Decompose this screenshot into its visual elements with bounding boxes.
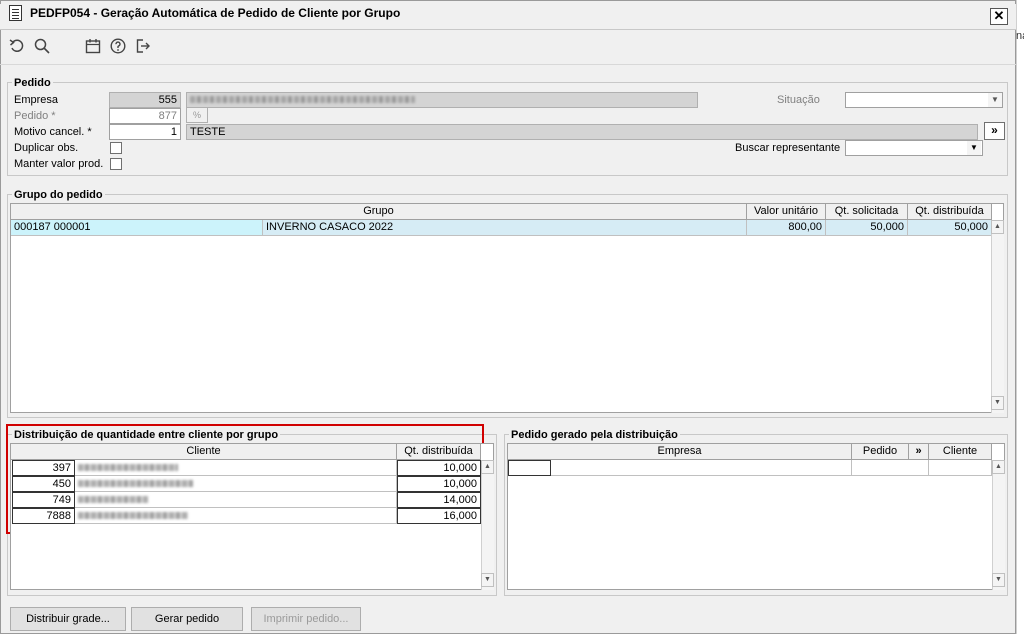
table-row-valor[interactable]: 800,00 [747,220,826,236]
column-header-cliente[interactable]: Cliente [929,444,992,460]
table-row-pedido[interactable] [852,460,929,476]
column-header-valor[interactable]: Valor unitário [747,204,826,220]
empresa-label: Empresa [14,94,59,106]
column-header-grupo[interactable]: Grupo [11,204,747,220]
table-row-cliente[interactable] [929,460,992,476]
window-title: PEDFP054 - Geração Automática de Pedido … [30,6,401,20]
background-window-text: na [1016,30,1024,42]
motivo-desc-field: TESTE [186,124,978,140]
column-header-pedido[interactable]: Pedido [852,444,909,460]
list-item-nome[interactable] [75,508,397,524]
table-row-distribuida[interactable]: 50,000 [908,220,992,236]
scroll-down-icon[interactable]: ▼ [481,573,494,587]
toolbar-divider [0,64,1016,65]
close-button[interactable]: ✕ [990,8,1008,25]
background-window-strip [1016,0,1024,634]
scroll-down-icon[interactable]: ▼ [992,573,1005,587]
chevron-down-icon[interactable]: ▼ [988,93,1002,107]
distribuicao-group-title: Distribuição de quantidade entre cliente… [12,429,281,441]
empresa-name-field [186,92,698,108]
list-item-nome[interactable] [75,460,397,476]
manter-label: Manter valor prod. [14,158,104,170]
redacted-text [190,96,415,103]
list-item-qtd[interactable]: 16,000 [397,508,481,524]
redacted-text [78,464,178,471]
distribuicao-scrollbar[interactable] [481,460,494,590]
calendar-icon[interactable] [85,38,101,54]
undo-icon[interactable] [9,38,25,54]
motivo-code-field[interactable]: 1 [109,124,181,140]
grupo-scrollbar[interactable] [991,220,1004,413]
table-row-solicitada[interactable]: 50,000 [826,220,908,236]
list-item-qtd[interactable]: 14,000 [397,492,481,508]
list-item-qtd[interactable]: 10,000 [397,476,481,492]
column-header-qt-distribuida[interactable]: Qt. distribuída [397,444,481,460]
pedido-label: Pedido * [14,110,56,122]
empresa-code-field[interactable]: 555 [109,92,181,108]
list-item-codigo[interactable]: 749 [12,492,75,508]
buscar-label: Buscar representante [735,142,841,154]
list-item-codigo[interactable]: 450 [12,476,75,492]
situacao-label: Situação [777,94,820,106]
distribuir-grade-button[interactable]: Distribuir grade... [10,607,126,631]
exit-icon[interactable] [135,38,151,54]
pedido-field[interactable]: 877 [109,108,181,124]
chevron-down-icon[interactable]: ▼ [967,141,981,155]
table-row-empresa-code[interactable] [508,460,551,476]
redacted-text [78,480,193,487]
document-icon [9,5,22,21]
buscar-select[interactable] [845,140,983,156]
column-header-cliente[interactable]: Cliente [11,444,397,460]
gerar-pedido-button[interactable]: Gerar pedido [131,607,243,631]
scroll-up-icon[interactable]: ▲ [481,460,494,474]
more-options-button[interactable]: » [984,122,1005,140]
table-row-empresa[interactable] [551,460,852,476]
duplicar-checkbox[interactable] [110,142,122,154]
redacted-text [78,512,188,519]
column-header-more[interactable]: » [909,444,929,460]
motivo-label: Motivo cancel. * [14,126,92,138]
table-row-grupo[interactable]: INVERNO CASACO 2022 [263,220,747,236]
gerado-scrollbar[interactable] [992,460,1005,590]
redacted-text [78,496,148,503]
search-icon[interactable] [34,38,50,54]
list-item-nome[interactable] [75,476,397,492]
scroll-down-icon[interactable]: ▼ [991,396,1004,410]
duplicar-label: Duplicar obs. [14,142,79,154]
gerado-group-title: Pedido gerado pela distribuição [509,429,680,441]
grupo-group-title: Grupo do pedido [12,189,105,201]
scroll-up-icon[interactable]: ▲ [992,460,1005,474]
manter-checkbox[interactable] [110,158,122,170]
column-header-distribuida[interactable]: Qt. distribuída [908,204,992,220]
imprimir-pedido-button[interactable]: Imprimir pedido... [251,607,361,631]
column-header-empresa[interactable]: Empresa [508,444,852,460]
pedido-group-title: Pedido [12,77,53,89]
situacao-select[interactable] [845,92,1003,108]
help-icon[interactable] [110,38,126,54]
list-item-nome[interactable] [75,492,397,508]
table-row-codigo[interactable]: 000187 000001 [11,220,263,236]
column-header-solicitada[interactable]: Qt. solicitada [826,204,908,220]
list-item-codigo[interactable]: 7888 [12,508,75,524]
list-item-qtd[interactable]: 10,000 [397,460,481,476]
pedido-refresh-icon[interactable]: % [186,107,208,123]
list-item-codigo[interactable]: 397 [12,460,75,476]
scroll-up-icon[interactable]: ▲ [991,220,1004,234]
